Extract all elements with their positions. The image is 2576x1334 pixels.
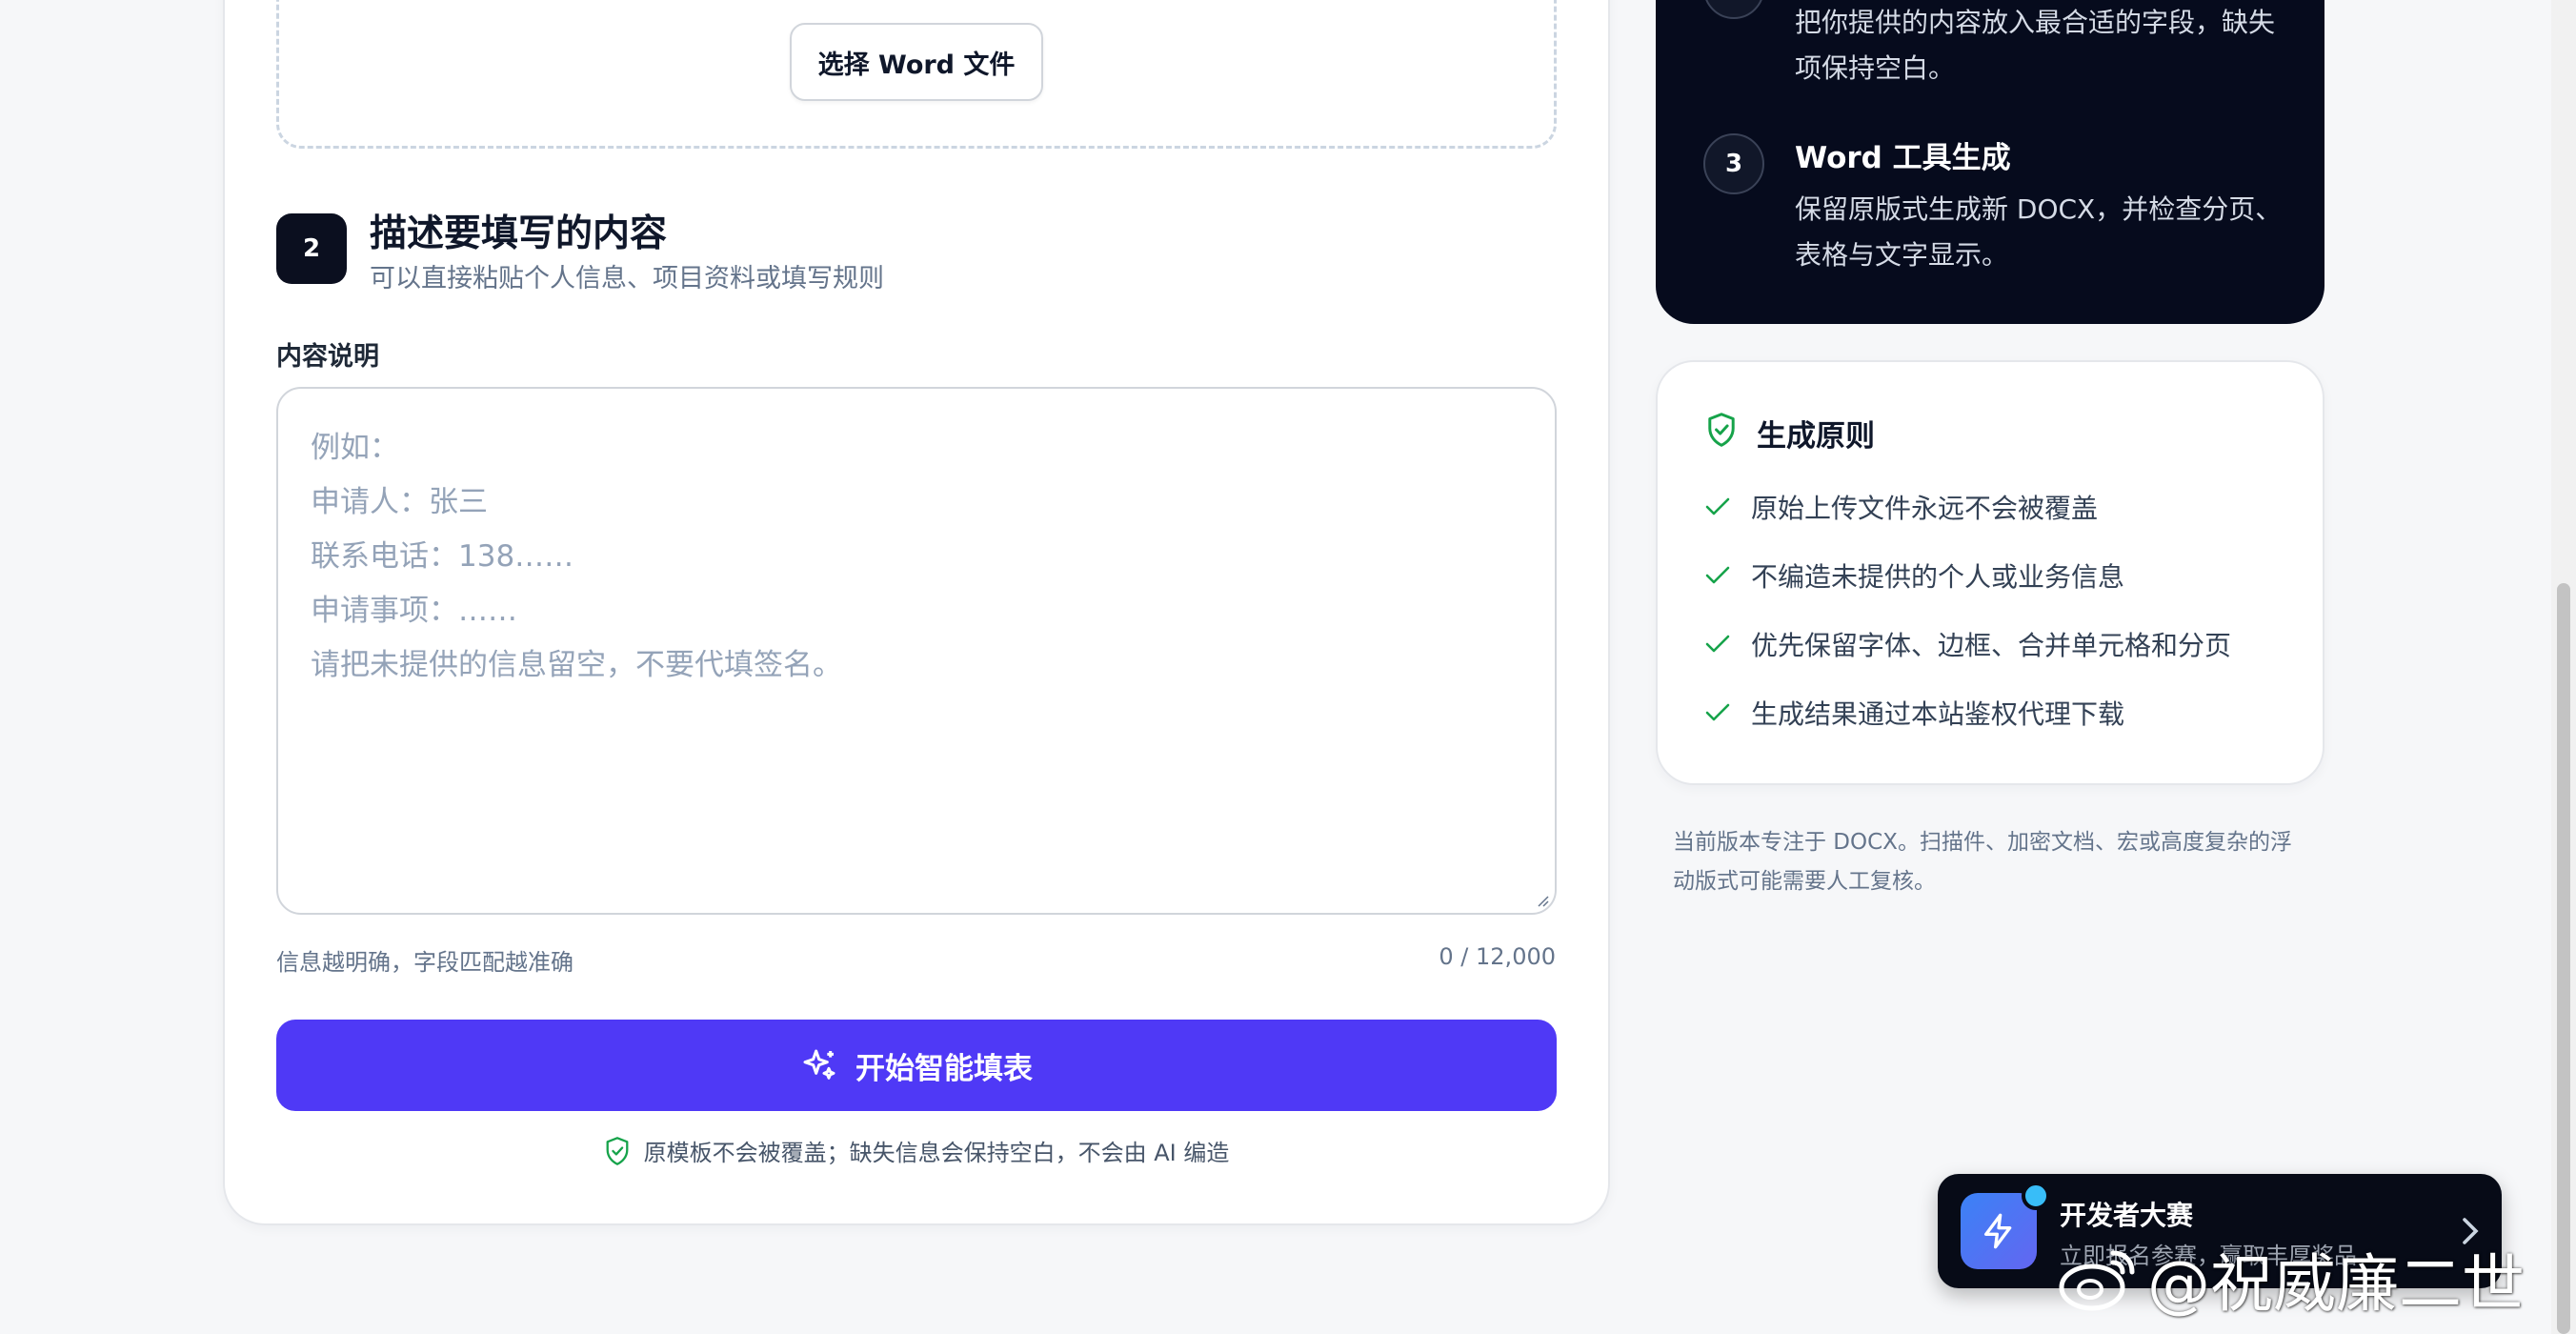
safety-note: 原模板不会被覆盖；缺失信息会保持空白，不会由 AI 编造 <box>276 1134 1557 1167</box>
principles-title: 生成原则 <box>1757 419 1875 454</box>
select-word-file-button[interactable]: 选择 Word 文件 <box>790 23 1043 101</box>
resize-handle-icon[interactable] <box>1536 894 1549 907</box>
scrollbar-thumb[interactable] <box>2557 583 2570 1334</box>
principle-text: 生成结果通过本站鉴权代理下载 <box>1751 698 2125 730</box>
page-scrollbar[interactable] <box>2551 0 2576 1334</box>
step-title: 描述要填写的内容 <box>370 212 668 255</box>
workflow-step-desc: 保留原版式生成新 DOCX，并检查分页、表格与文字显示。 <box>1795 193 2283 271</box>
principle-text: 不编造未提供的个人或业务信息 <box>1751 561 2125 593</box>
principle-item: 生成结果通过本站鉴权代理下载 <box>1705 694 2124 732</box>
content-description-textarea[interactable]: 例如： 申请人：张三 联系电话：138…… 申请事项：…… 请把未提供的信息留空… <box>276 387 1557 915</box>
check-icon <box>1705 703 1730 721</box>
placeholder-line: 例如： <box>311 431 399 465</box>
content-field-label: 内容说明 <box>276 342 379 372</box>
step-number-badge: 2 <box>276 213 347 284</box>
step-subtitle: 可以直接粘贴个人信息、项目资料或填写规则 <box>370 264 884 293</box>
principle-text: 优先保留字体、边框、合并单元格和分页 <box>1751 630 2232 661</box>
placeholder-line: 申请事项：…… <box>311 594 517 628</box>
check-icon <box>1705 635 1730 653</box>
step-number-circle: 3 <box>1703 133 1764 194</box>
start-smart-fill-button[interactable]: 开始智能填表 <box>276 1020 1557 1111</box>
workflow-step-desc: 把你提供的内容放入最合适的字段，缺失项保持空白。 <box>1795 7 2276 84</box>
character-count: 0 / 12,000 <box>1439 943 1556 970</box>
placeholder-line: 申请人：张三 <box>311 485 488 519</box>
weibo-watermark: @祝威廉二世 <box>2058 1233 2525 1324</box>
notification-dot <box>2022 1182 2050 1210</box>
placeholder-line: 联系电话：138…… <box>311 539 574 574</box>
sparkles-icon <box>803 1049 835 1080</box>
watermark-text: @祝威廉二世 <box>2147 1247 2525 1321</box>
weibo-logo-icon <box>2059 1250 2135 1311</box>
shield-check-icon <box>606 1136 629 1165</box>
workflow-step-title: Word 工具生成 <box>1795 141 2011 175</box>
principle-item: 不编造未提供的个人或业务信息 <box>1705 556 2124 595</box>
promo-title: 开发者大赛 <box>2060 1200 2194 1231</box>
version-footnote: 当前版本专注于 DOCX。扫描件、加密文档、宏或高度复杂的浮动版式可能需要人工复… <box>1673 830 2292 894</box>
check-icon <box>1705 497 1730 515</box>
placeholder-line: 请把未提供的信息留空，不要代填签名。 <box>311 648 842 682</box>
safety-note-text: 原模板不会被覆盖；缺失信息会保持空白，不会由 AI 编造 <box>643 1140 1230 1166</box>
principle-text: 原始上传文件永远不会被覆盖 <box>1751 493 2099 524</box>
input-hint: 信息越明确，字段匹配越准确 <box>276 949 574 976</box>
submit-label: 开始智能填表 <box>855 1051 1033 1086</box>
shield-check-icon <box>1708 413 1735 447</box>
check-icon <box>1705 566 1730 584</box>
principle-item: 优先保留字体、边框、合并单元格和分页 <box>1705 625 2231 663</box>
principle-item: 原始上传文件永远不会被覆盖 <box>1705 488 2098 526</box>
